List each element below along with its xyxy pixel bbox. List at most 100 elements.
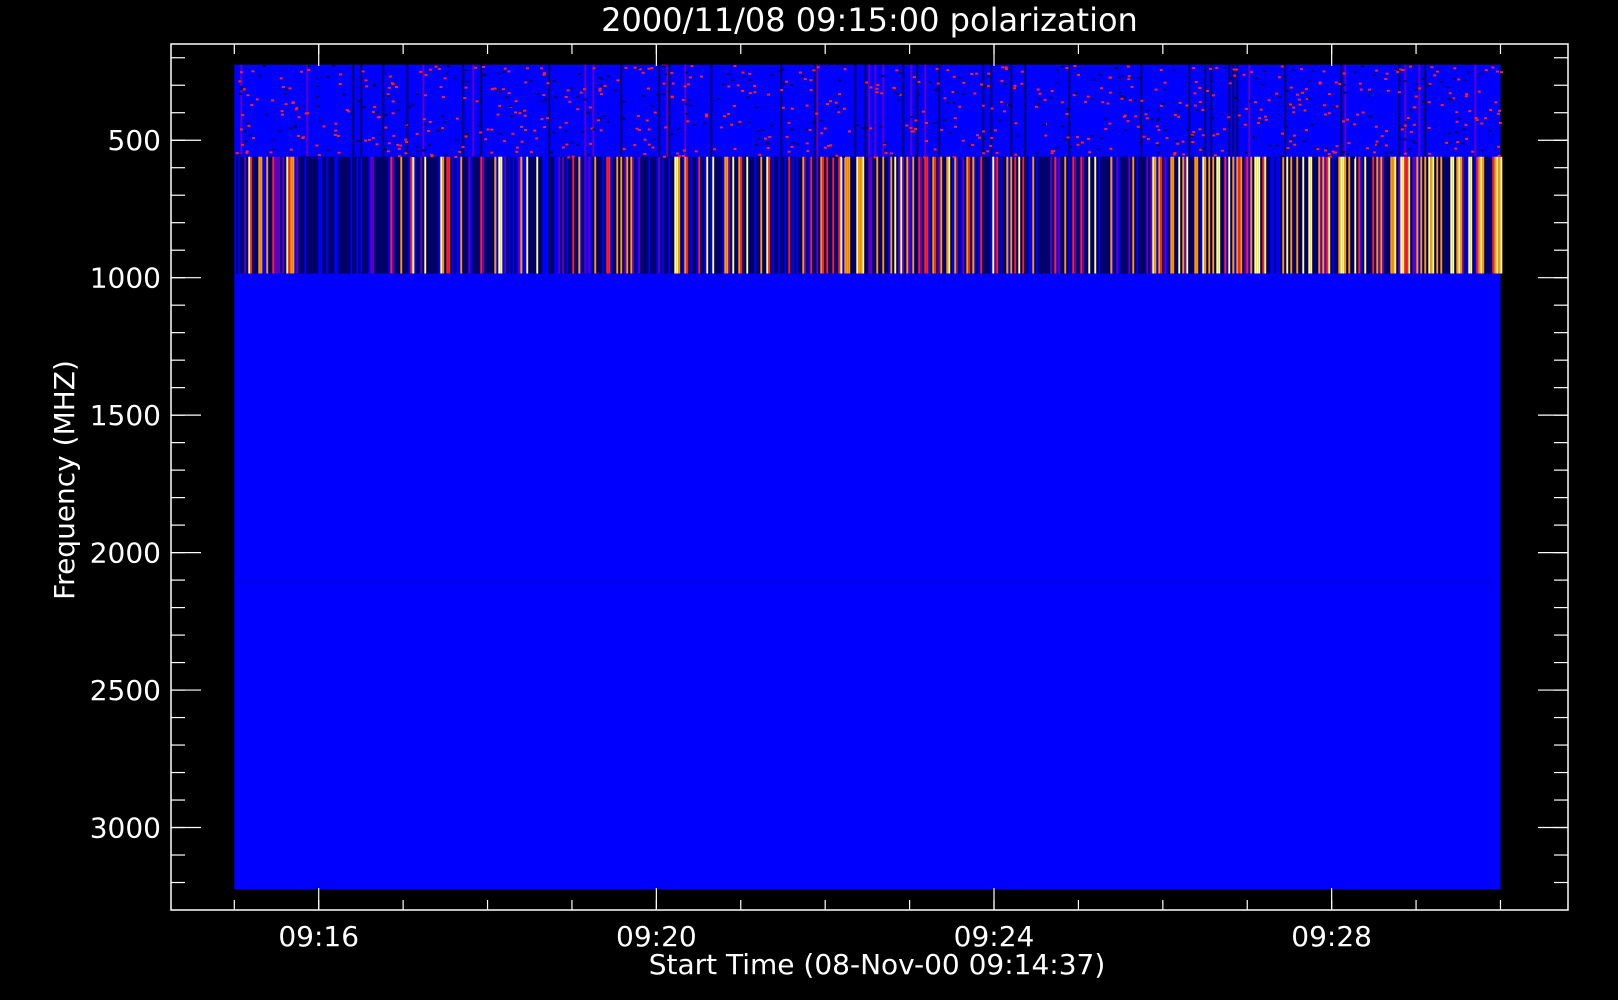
heatmap-speck: [271, 99, 275, 102]
heatmap-speck: [815, 112, 819, 115]
heatmap-strip: [1398, 156, 1401, 274]
heatmap-strip: [804, 156, 807, 274]
heatmap-strip: [376, 156, 379, 274]
heatmap-speck: [1261, 83, 1265, 86]
heatmap-strip: [670, 156, 673, 274]
heatmap-strip: [718, 156, 721, 274]
heatmap-speck: [1477, 90, 1481, 93]
heatmap-speck: [768, 136, 772, 139]
heatmap-speck: [507, 70, 511, 73]
heatmap-speck: [721, 83, 725, 86]
heatmap-speck: [441, 127, 445, 130]
heatmap-strip: [882, 156, 885, 274]
heatmap-speck: [239, 88, 243, 91]
heatmap-speck: [1043, 98, 1047, 101]
heatmap-strip: [634, 156, 637, 274]
heatmap-strip: [1440, 156, 1443, 274]
heatmap-speck: [541, 100, 545, 103]
heatmap-strip: [912, 156, 915, 274]
heatmap-speck: [289, 148, 293, 151]
heatmap-strip: [1328, 156, 1331, 274]
heatmap-strip: [1168, 156, 1171, 274]
heatmap-speck: [1268, 144, 1272, 147]
heatmap-speck: [444, 153, 448, 156]
heatmap-strip: [1424, 64, 1427, 157]
heatmap-speck: [766, 147, 770, 150]
heatmap-strip: [518, 156, 521, 274]
heatmap-strip: [1084, 156, 1087, 274]
heatmap-speck: [599, 84, 603, 87]
heatmap-speck: [515, 146, 519, 149]
heatmap-speck: [1456, 141, 1460, 144]
heatmap-speck: [600, 77, 604, 80]
heatmap-speck: [798, 71, 802, 74]
heatmap-speck: [1359, 88, 1363, 91]
heatmap-speck: [1181, 140, 1185, 143]
heatmap-speck: [1198, 86, 1202, 89]
heatmap-speck: [1413, 106, 1417, 109]
heatmap-speck: [565, 143, 569, 146]
heatmap-strip: [504, 156, 507, 274]
heatmap-speck: [809, 79, 813, 82]
heatmap-speck: [770, 73, 774, 76]
heatmap-strip: [626, 156, 629, 274]
heatmap-speck: [1338, 83, 1342, 86]
heatmap-speck: [365, 85, 369, 88]
heatmap-speck: [460, 80, 464, 83]
heatmap-speck: [1115, 66, 1119, 69]
heatmap-speck: [790, 128, 794, 131]
heatmap-strip: [698, 156, 701, 274]
heatmap-speck: [502, 71, 506, 74]
heatmap-speck: [647, 143, 651, 146]
heatmap-speck: [662, 93, 666, 96]
heatmap-strip: [1010, 156, 1013, 274]
heatmap-strip: [854, 64, 857, 157]
heatmap-speck: [1211, 94, 1215, 97]
heatmap-speck: [670, 95, 674, 98]
heatmap-strip: [1256, 156, 1259, 274]
heatmap-strip: [1346, 156, 1349, 274]
heatmap-speck: [1020, 82, 1024, 85]
heatmap-strip: [870, 156, 873, 274]
heatmap-speck: [699, 75, 703, 78]
heatmap-speck: [763, 137, 767, 140]
heatmap-speck: [1202, 147, 1206, 150]
heatmap-speck: [1056, 69, 1060, 72]
heatmap-strip: [868, 156, 871, 274]
heatmap-speck: [373, 106, 377, 109]
heatmap-strip: [1418, 64, 1421, 157]
heatmap-speck: [301, 137, 305, 140]
heatmap-strip: [1240, 156, 1243, 274]
heatmap-strip: [492, 156, 495, 274]
heatmap-speck: [497, 88, 501, 91]
heatmap-speck: [428, 120, 432, 123]
heatmap-strip: [424, 156, 427, 274]
heatmap-speck: [1233, 74, 1237, 77]
heatmap-speck: [404, 122, 408, 125]
heatmap-speck: [1066, 107, 1070, 110]
heatmap-strip: [534, 156, 537, 274]
heatmap-speck: [397, 147, 401, 150]
heatmap-speck: [280, 110, 284, 113]
heatmap-strip: [986, 156, 989, 274]
heatmap-speck: [422, 118, 426, 121]
heatmap-speck: [592, 128, 596, 131]
heatmap-strip: [676, 156, 679, 274]
heatmap-speck: [653, 111, 657, 114]
heatmap-speck: [540, 67, 544, 70]
heatmap-speck: [1427, 101, 1431, 104]
heatmap-speck: [828, 100, 832, 103]
heatmap-speck: [755, 106, 759, 109]
heatmap-strip: [1052, 156, 1055, 274]
heatmap-speck: [1397, 91, 1401, 94]
heatmap-strip: [472, 156, 475, 274]
heatmap-speck: [1361, 111, 1365, 114]
heatmap-speck: [570, 142, 574, 145]
heatmap-speck: [622, 100, 626, 103]
heatmap-speck: [1109, 147, 1113, 150]
heatmap-speck: [347, 110, 351, 113]
heatmap-speck: [1369, 90, 1373, 93]
heatmap-strip: [1132, 156, 1135, 274]
heatmap-strip: [1434, 156, 1437, 274]
heatmap-speck: [587, 153, 591, 156]
